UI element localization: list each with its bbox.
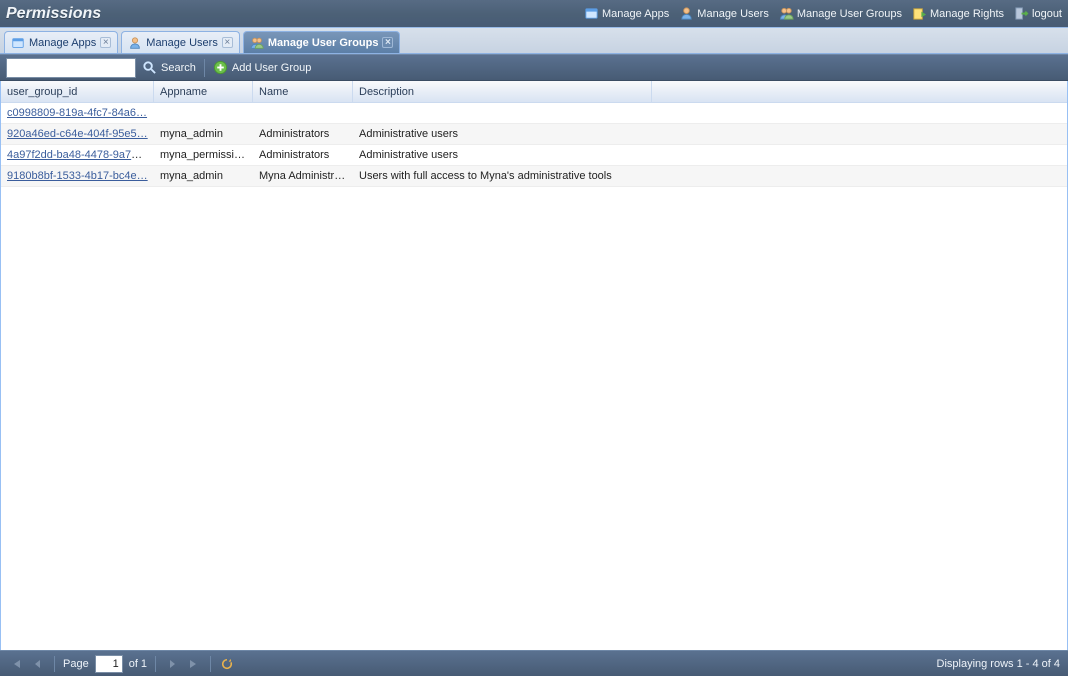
header-link-manage-rights[interactable]: Manage Rights	[912, 6, 1004, 21]
page-of-label: of 1	[129, 658, 147, 670]
chevron-left-icon	[32, 658, 44, 670]
table-row[interactable]: 9180b8bf-1533-4b17-bc4e… myna_admin Myna…	[1, 166, 1067, 187]
paging-status: Displaying rows 1 - 4 of 4	[937, 658, 1061, 670]
cell-description: Users with full access to Myna's adminis…	[353, 170, 652, 182]
first-page-button[interactable]	[8, 656, 24, 672]
next-page-button[interactable]	[164, 656, 180, 672]
prev-page-button[interactable]	[30, 656, 46, 672]
refresh-button[interactable]	[219, 656, 235, 672]
table-row[interactable]: 920a46ed-c64e-404f-95e5… myna_admin Admi…	[1, 124, 1067, 145]
grid-header: user_group_id Appname Name Description	[1, 81, 1067, 103]
app-title: Permissions	[6, 5, 101, 23]
paging-toolbar: Page of 1 Displaying rows 1 - 4 of 4	[0, 650, 1068, 676]
tab-close-icon[interactable]: ×	[100, 37, 111, 48]
tab-close-icon[interactable]: ×	[222, 37, 233, 48]
header-link-label: Manage Users	[697, 8, 769, 20]
header-link-label: Manage Rights	[930, 8, 1004, 20]
refresh-icon	[221, 658, 233, 670]
tab-close-icon[interactable]: ×	[382, 37, 393, 48]
column-header-description[interactable]: Description	[353, 81, 652, 102]
usergroup-icon	[779, 6, 794, 21]
user-icon	[128, 36, 142, 50]
tab-manage-user-groups[interactable]: Manage User Groups ×	[243, 31, 401, 53]
user-group-link[interactable]: 4a97f2dd-ba48-4478-9a7b…	[7, 149, 148, 161]
user-group-link[interactable]: 9180b8bf-1533-4b17-bc4e…	[7, 170, 148, 182]
header-links: Manage Apps Manage Users Manage User Gro…	[584, 6, 1062, 21]
column-header-user-group-id[interactable]: user_group_id	[1, 81, 154, 102]
cell-appname: myna_admin	[154, 128, 253, 140]
page-label: Page	[63, 658, 89, 670]
header-link-label: logout	[1032, 8, 1062, 20]
last-page-icon	[188, 658, 200, 670]
search-input[interactable]	[6, 58, 136, 78]
user-group-link[interactable]: c0998809-819a-4fc7-84a6…	[7, 107, 147, 119]
first-page-icon	[10, 658, 22, 670]
cell-name: Myna Administr…	[253, 170, 353, 182]
table-row[interactable]: 4a97f2dd-ba48-4478-9a7b… myna_permission…	[1, 145, 1067, 166]
cell-name: Administrators	[253, 128, 353, 140]
cell-appname: myna_admin	[154, 170, 253, 182]
apps-icon	[11, 36, 25, 50]
grid-toolbar: Search Add User Group	[0, 54, 1068, 81]
table-row[interactable]: c0998809-819a-4fc7-84a6…	[1, 103, 1067, 124]
chevron-right-icon	[166, 658, 178, 670]
column-header-rest	[652, 81, 1067, 102]
search-button-label: Search	[161, 62, 196, 74]
search-button[interactable]: Search	[142, 60, 196, 75]
paging-separator	[155, 656, 156, 672]
column-header-name[interactable]: Name	[253, 81, 353, 102]
cell-description: Administrative users	[353, 128, 652, 140]
cell-name: Administrators	[253, 149, 353, 161]
usergroup-icon	[250, 36, 264, 50]
header-link-label: Manage User Groups	[797, 8, 902, 20]
last-page-button[interactable]	[186, 656, 202, 672]
cell-description: Administrative users	[353, 149, 652, 161]
logout-icon	[1014, 6, 1029, 21]
paging-separator	[210, 656, 211, 672]
app-header: Permissions Manage Apps Manage Users Man…	[0, 0, 1068, 27]
add-button-label: Add User Group	[232, 62, 311, 74]
header-link-label: Manage Apps	[602, 8, 669, 20]
tab-label: Manage User Groups	[268, 37, 379, 49]
tab-manage-users[interactable]: Manage Users ×	[121, 31, 240, 53]
grid: user_group_id Appname Name Description c…	[0, 81, 1068, 650]
toolbar-separator	[204, 59, 205, 77]
apps-icon	[584, 6, 599, 21]
tab-label: Manage Apps	[29, 37, 96, 49]
tab-strip: Manage Apps × Manage Users × Manage User…	[0, 27, 1068, 54]
grid-body[interactable]: c0998809-819a-4fc7-84a6… 920a46ed-c64e-4…	[1, 103, 1067, 650]
add-icon	[213, 60, 228, 75]
add-user-group-button[interactable]: Add User Group	[213, 60, 311, 75]
user-icon	[679, 6, 694, 21]
header-link-manage-users[interactable]: Manage Users	[679, 6, 769, 21]
page-number-input[interactable]	[95, 655, 123, 673]
user-group-link[interactable]: 920a46ed-c64e-404f-95e5…	[7, 128, 148, 140]
tab-manage-apps[interactable]: Manage Apps ×	[4, 31, 118, 53]
tab-label: Manage Users	[146, 37, 218, 49]
paging-controls: Page of 1	[8, 655, 235, 673]
rights-icon	[912, 6, 927, 21]
header-link-manage-user-groups[interactable]: Manage User Groups	[779, 6, 902, 21]
column-header-appname[interactable]: Appname	[154, 81, 253, 102]
cell-appname: myna_permissions	[154, 149, 253, 161]
header-link-logout[interactable]: logout	[1014, 6, 1062, 21]
header-link-manage-apps[interactable]: Manage Apps	[584, 6, 669, 21]
search-icon	[142, 60, 157, 75]
paging-separator	[54, 656, 55, 672]
